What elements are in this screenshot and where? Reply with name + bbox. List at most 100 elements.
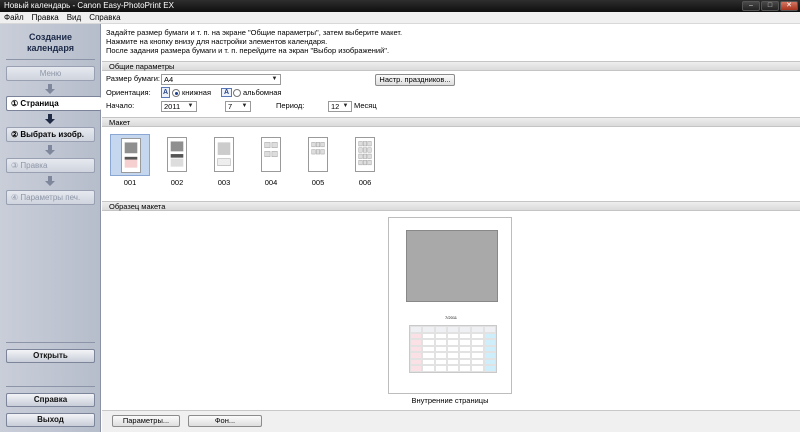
menu-help[interactable]: Справка bbox=[85, 12, 124, 24]
calendar-cell bbox=[471, 332, 484, 340]
calendar-cell bbox=[410, 358, 423, 366]
arrow-down-icon bbox=[45, 84, 55, 94]
step-print-settings[interactable]: ④ Параметры печ. bbox=[6, 190, 95, 205]
calendar-cell bbox=[446, 332, 460, 340]
calendar-cell bbox=[471, 358, 484, 366]
layout-preview-icon bbox=[355, 137, 375, 172]
calendar-month: 7/2011 bbox=[445, 315, 457, 320]
landscape-label: альбомная bbox=[243, 88, 282, 97]
landscape-radio[interactable] bbox=[233, 89, 241, 97]
layout-option-005[interactable]: 005 bbox=[298, 134, 338, 188]
chevron-down-icon: ▼ bbox=[342, 103, 349, 109]
paper-size-label: Размер бумаги: bbox=[106, 74, 160, 83]
menu-bar: Файл Правка Вид Справка bbox=[0, 12, 800, 24]
layout-number: 005 bbox=[311, 178, 325, 187]
instruction-line: Задайте размер бумаги и т. п. на экране … bbox=[106, 28, 403, 37]
calendar-cell bbox=[446, 365, 460, 372]
step-select-images[interactable]: ② Выбрать изобр. bbox=[6, 127, 95, 142]
calendar-cell bbox=[459, 358, 472, 366]
calendar-cell bbox=[422, 365, 435, 372]
background-button[interactable]: Фон... bbox=[188, 415, 262, 427]
window-title: Новый календарь - Canon Easy-PhotoPrint … bbox=[4, 1, 174, 10]
layout-preview: 7/2011 bbox=[388, 217, 512, 394]
instruction-line: Нажмите на кнопку внизу для настройки эл… bbox=[106, 37, 328, 46]
minimize-button[interactable]: – bbox=[742, 1, 760, 11]
calendar-cell bbox=[422, 345, 435, 353]
portrait-label: книжная bbox=[182, 88, 212, 97]
period-value: 12 bbox=[331, 102, 340, 111]
step-edit[interactable]: ③ Правка bbox=[6, 158, 95, 173]
layout-preview-icon bbox=[214, 137, 234, 172]
start-label: Начало: bbox=[106, 101, 135, 110]
orientation-label: Ориентация: bbox=[106, 88, 151, 97]
period-select[interactable]: 12 ▼ bbox=[328, 101, 352, 112]
layout-thumbnail bbox=[251, 134, 291, 176]
calendar-cell bbox=[422, 358, 435, 366]
sidebar: Создание календаря Меню ① Страница ② Выб… bbox=[0, 24, 101, 432]
sidebar-divider bbox=[6, 342, 95, 343]
calendar-cell bbox=[422, 332, 435, 340]
calendar-cell bbox=[483, 345, 496, 353]
calendar-cell bbox=[483, 358, 496, 366]
menu-view[interactable]: Вид bbox=[63, 12, 85, 24]
layout-preview-icon bbox=[261, 137, 281, 172]
step-menu[interactable]: Меню bbox=[6, 66, 95, 81]
layout-thumbnail bbox=[204, 134, 244, 176]
parameters-button[interactable]: Параметры... bbox=[112, 415, 180, 427]
open-button[interactable]: Открыть bbox=[6, 349, 95, 363]
layout-thumbnail bbox=[345, 134, 385, 176]
layout-header: Макет bbox=[102, 117, 800, 127]
period-unit-label: Месяц bbox=[354, 101, 377, 110]
close-button[interactable]: ✕ bbox=[780, 1, 798, 11]
layout-option-006[interactable]: 006 bbox=[345, 134, 385, 188]
instructions: Задайте размер бумаги и т. п. на экране … bbox=[106, 28, 402, 55]
sidebar-title-line1: Создание bbox=[28, 32, 73, 42]
arrow-down-icon bbox=[45, 145, 55, 155]
general-settings-header: Общие параметры bbox=[102, 61, 800, 71]
step-page[interactable]: ① Страница bbox=[6, 96, 101, 111]
calendar-cell bbox=[410, 332, 423, 340]
layout-option-002[interactable]: 002 bbox=[157, 134, 197, 188]
start-month-select[interactable]: 7 ▼ bbox=[225, 101, 251, 112]
layout-number: 006 bbox=[358, 178, 372, 187]
holidays-settings-button[interactable]: Настр. праздников... bbox=[375, 74, 455, 86]
calendar-cell bbox=[446, 358, 460, 366]
layout-option-003[interactable]: 003 bbox=[204, 134, 244, 188]
calendar-cell bbox=[446, 345, 460, 353]
start-year-value: 2011 bbox=[164, 102, 181, 111]
layout-number: 001 bbox=[123, 178, 137, 187]
layout-preview-header: Образец макета bbox=[102, 201, 800, 211]
title-bar: Новый календарь - Canon Easy-PhotoPrint … bbox=[0, 0, 800, 12]
layout-number: 004 bbox=[264, 178, 278, 187]
arrow-down-icon bbox=[45, 176, 55, 186]
arrow-down-icon bbox=[45, 114, 55, 124]
sidebar-title-line2: календаря bbox=[27, 43, 74, 53]
calendar-cell bbox=[471, 365, 484, 372]
menu-edit[interactable]: Правка bbox=[28, 12, 63, 24]
calendar-cell bbox=[434, 365, 447, 372]
menu-file[interactable]: Файл bbox=[0, 12, 28, 24]
help-button[interactable]: Справка bbox=[6, 393, 95, 407]
preview-caption: Внутренние страницы bbox=[411, 396, 489, 405]
sidebar-divider bbox=[6, 59, 95, 60]
calendar-cell bbox=[483, 365, 496, 372]
calendar-cell bbox=[410, 365, 423, 372]
layout-number: 003 bbox=[217, 178, 231, 187]
start-month-value: 7 bbox=[228, 102, 233, 111]
main-panel: Задайте размер бумаги и т. п. на экране … bbox=[102, 24, 800, 432]
layout-option-004[interactable]: 004 bbox=[251, 134, 291, 188]
calendar-cell bbox=[471, 345, 484, 353]
portrait-radio[interactable] bbox=[172, 89, 180, 97]
paper-size-select[interactable]: A4 ▼ bbox=[161, 74, 281, 85]
maximize-button[interactable]: □ bbox=[761, 1, 779, 11]
layout-option-001[interactable]: 001 bbox=[110, 134, 150, 188]
chevron-down-icon: ▼ bbox=[187, 103, 194, 109]
sidebar-title: Создание календаря bbox=[0, 32, 101, 54]
calendar-cell bbox=[434, 332, 447, 340]
period-label: Период: bbox=[276, 101, 305, 110]
start-year-select[interactable]: 2011 ▼ bbox=[161, 101, 197, 112]
layout-number: 002 bbox=[170, 178, 184, 187]
exit-button[interactable]: Выход bbox=[6, 413, 95, 427]
bottom-toolbar: Параметры... Фон... bbox=[102, 410, 800, 432]
calendar-cell bbox=[483, 332, 496, 340]
